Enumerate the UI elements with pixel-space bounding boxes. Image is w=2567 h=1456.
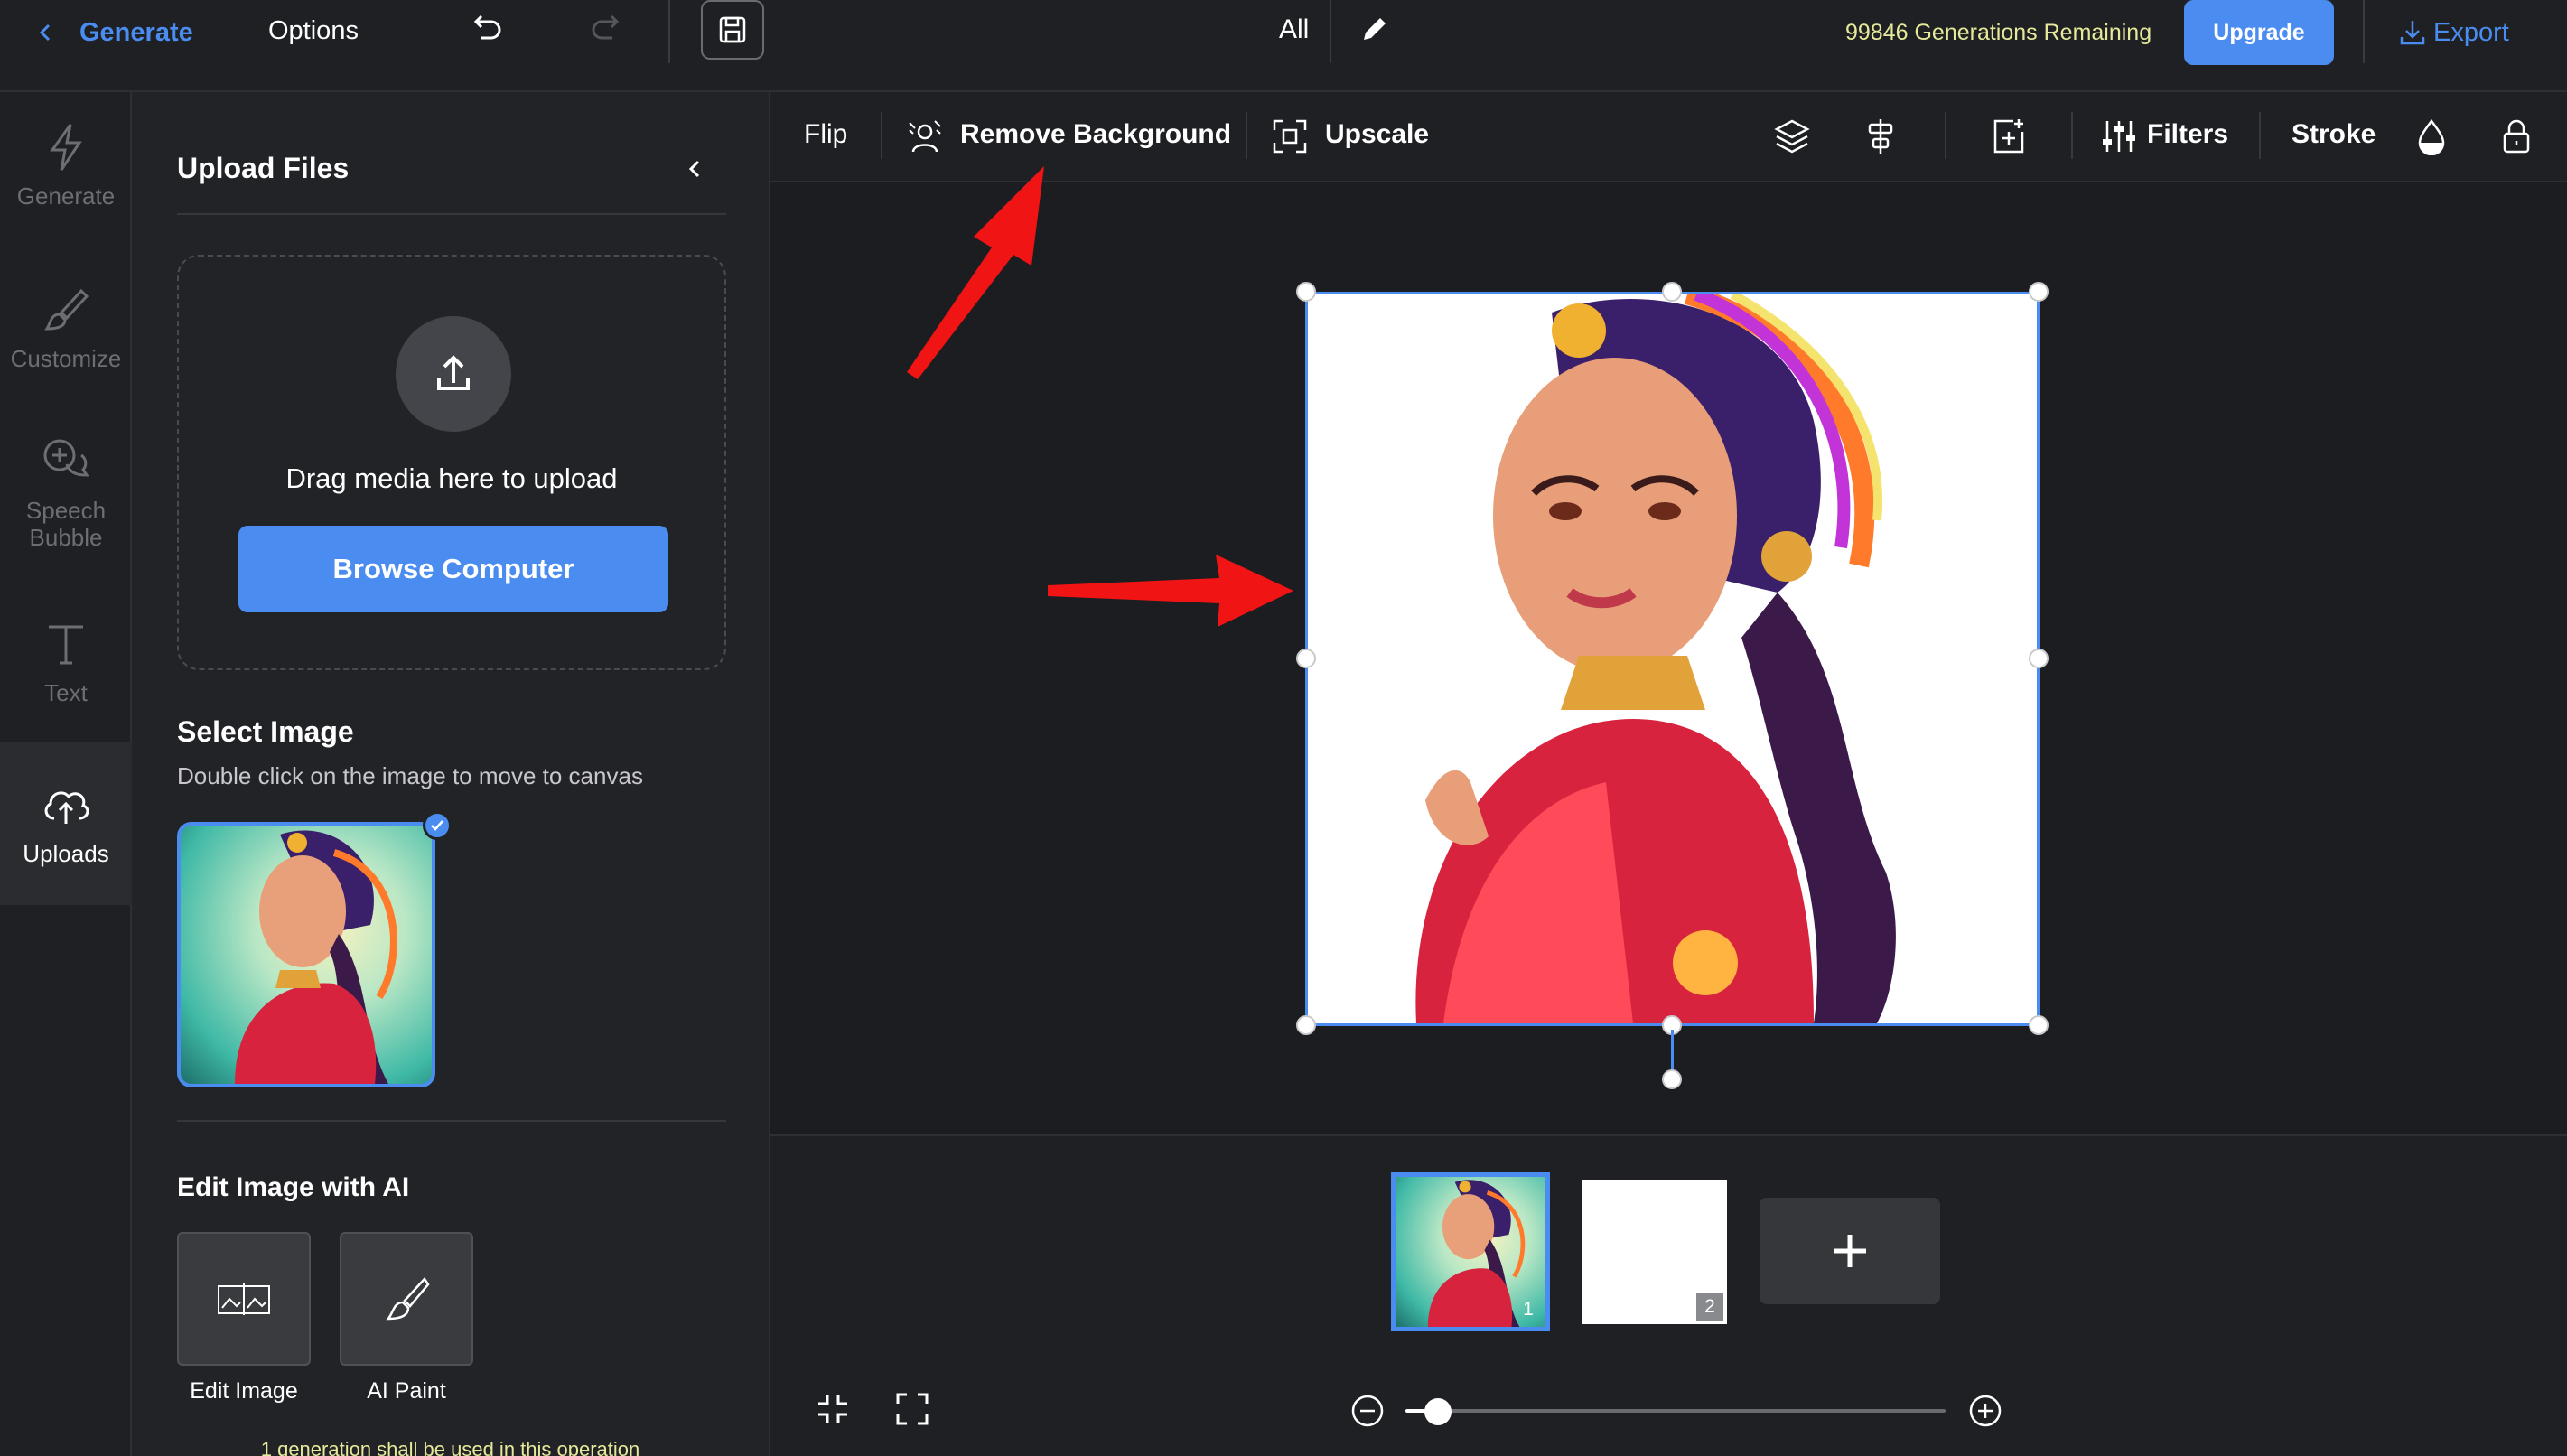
options-menu[interactable]: Options [268, 16, 359, 46]
remove-background-button[interactable]: Remove Background [960, 119, 1231, 150]
add-page-button[interactable] [1760, 1198, 1940, 1304]
annotation-arrow-icon [907, 166, 1044, 379]
pencil-icon[interactable] [1357, 11, 1393, 47]
zoom-in-icon[interactable] [1967, 1393, 2003, 1429]
page-number: 1 [1523, 1299, 1534, 1320]
speech-bubble-icon [43, 439, 89, 477]
rail-item-generate[interactable]: Generate [0, 121, 132, 275]
redo-icon[interactable] [589, 11, 625, 47]
stroke-button[interactable]: Stroke [2292, 119, 2376, 150]
chevron-left-icon[interactable] [681, 155, 708, 182]
canvas-image[interactable] [1305, 292, 2040, 1026]
upscale-icon[interactable] [1271, 117, 1309, 155]
rail-item-label: Text [44, 679, 88, 706]
zoom-slider-handle[interactable] [1424, 1398, 1452, 1425]
rail-item-speech-bubble[interactable]: Speech Bubble [0, 435, 132, 616]
resize-handle-top[interactable] [1662, 282, 1682, 302]
toolbar-divider [1246, 112, 1247, 159]
save-button[interactable] [701, 0, 764, 60]
generations-remaining: 99846 Generations Remaining [1845, 20, 2152, 45]
drag-hint: Drag media here to upload [285, 462, 618, 494]
panel-title: Upload Files [177, 152, 350, 184]
export-button[interactable]: Export [2397, 14, 2509, 51]
panel-divider [177, 1120, 726, 1122]
lock-icon[interactable] [2497, 117, 2535, 155]
paintbrush-icon [386, 1276, 430, 1321]
rail-item-label: Customize [10, 345, 122, 372]
filters-button[interactable]: Filters [2147, 119, 2228, 150]
sliders-icon[interactable] [2100, 117, 2138, 155]
resize-handle-top-right[interactable] [2029, 282, 2049, 302]
resize-handle-bottom-right[interactable] [2029, 1015, 2049, 1035]
download-icon [2400, 21, 2425, 45]
edit-image-icon [218, 1283, 270, 1315]
select-image-heading: Select Image [177, 715, 354, 748]
toolbar-divider [668, 0, 670, 63]
toolbar-divider [2259, 112, 2261, 159]
ai-paint-tool[interactable] [340, 1232, 473, 1366]
top-bar: Generate Options All 99846 Generations R… [0, 0, 2567, 92]
upload-icon [396, 316, 511, 432]
add-image-icon[interactable] [1990, 117, 2028, 155]
undo-icon[interactable] [468, 11, 504, 47]
uploaded-image-thumbnail[interactable] [177, 822, 435, 1087]
rotate-handle[interactable] [1662, 1069, 1682, 1089]
rail-item-uploads[interactable]: Uploads [0, 742, 132, 905]
cloud-upload-icon [44, 791, 89, 824]
page-number: 2 [1696, 1293, 1723, 1321]
fullscreen-icon[interactable] [894, 1391, 930, 1427]
page-thumbnail-2[interactable]: 2 [1582, 1180, 1727, 1324]
rail-item-label: Uploads [23, 840, 109, 867]
generation-cost-note: 1 generation shall be used in this opera… [260, 1438, 640, 1456]
toolbar-divider [2071, 112, 2073, 159]
zoom-out-icon[interactable] [1349, 1393, 1386, 1429]
layers-icon[interactable] [1773, 117, 1811, 155]
upload-dropzone[interactable]: Drag media here to upload Browse Compute… [177, 255, 726, 670]
panel-divider [177, 213, 726, 215]
flip-button[interactable]: Flip [804, 119, 847, 150]
toolbar-divider [1330, 0, 1331, 63]
page-thumbnail-1[interactable]: 1 [1391, 1172, 1550, 1331]
annotation-arrow-icon [1048, 555, 1293, 627]
upgrade-button[interactable]: Upgrade [2184, 0, 2334, 65]
lightning-icon [50, 124, 82, 171]
brush-icon [44, 288, 89, 331]
rotate-handle-stem [1671, 1030, 1674, 1075]
resize-handle-right[interactable] [2029, 649, 2049, 668]
resize-handle-left[interactable] [1296, 649, 1316, 668]
rail-item-customize[interactable]: Customize [0, 284, 132, 437]
back-to-generate-button[interactable]: Generate [36, 14, 193, 51]
align-center-icon[interactable] [1862, 117, 1900, 155]
opacity-drop-icon[interactable] [2413, 117, 2450, 155]
upscale-button[interactable]: Upscale [1325, 119, 1429, 150]
resize-handle-top-left[interactable] [1296, 282, 1316, 302]
left-rail: Generate Customize Speech Bubble Text Up… [0, 92, 132, 1456]
edit-image-tool[interactable] [177, 1232, 311, 1366]
toolbar-divider [881, 112, 882, 159]
selected-check-icon [423, 811, 452, 840]
toolbar-divider [1945, 112, 1946, 159]
upload-panel: Upload Files Drag media here to upload B… [132, 92, 770, 1456]
edit-image-label: Edit Image [190, 1378, 298, 1404]
back-label: Generate [79, 17, 193, 47]
text-icon [49, 625, 83, 665]
plus-icon [1834, 1235, 1866, 1267]
remove-background-icon[interactable] [906, 117, 944, 155]
ai-paint-label: AI Paint [367, 1378, 446, 1404]
resize-handle-bottom-left[interactable] [1296, 1015, 1316, 1035]
exit-fullscreen-icon[interactable] [815, 1391, 851, 1427]
floppy-disk-icon [719, 16, 746, 43]
chevron-left-icon [39, 23, 51, 42]
rail-item-label: Generate [16, 182, 116, 210]
browse-computer-button[interactable]: Browse Computer [238, 526, 668, 612]
zoom-slider-track[interactable] [1405, 1409, 1946, 1413]
toolbar-divider [2363, 0, 2365, 63]
select-image-hint: Double click on the image to move to can… [177, 762, 643, 789]
export-label: Export [2433, 17, 2509, 47]
rail-item-label: Speech Bubble [25, 497, 107, 551]
edit-with-ai-heading: Edit Image with AI [177, 1172, 410, 1202]
scope-select[interactable]: All [1279, 14, 1309, 45]
